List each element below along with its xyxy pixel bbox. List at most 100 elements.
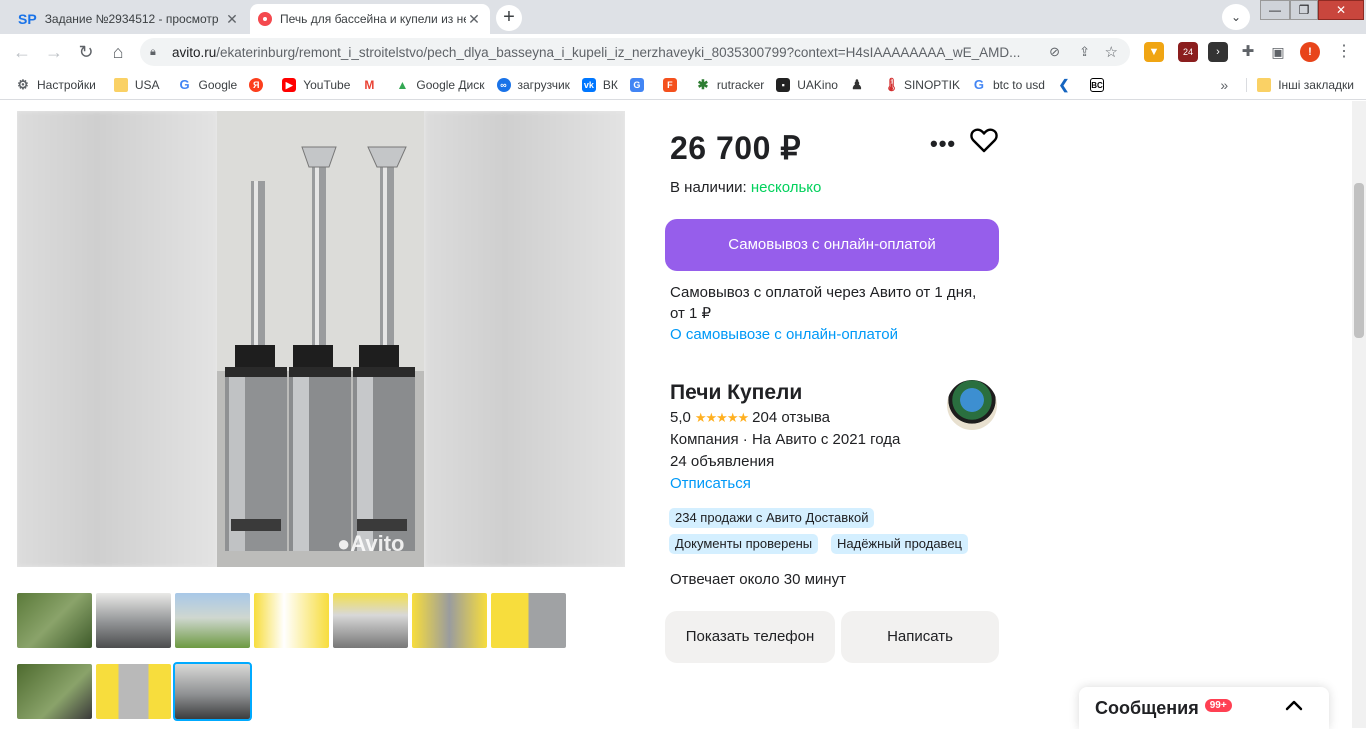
- bookmark-uakino[interactable]: ▪ UAKino: [776, 77, 838, 92]
- bookmark-btc[interactable]: Gbtc to usd: [972, 76, 1045, 92]
- thumbnail-selected[interactable]: [173, 662, 252, 721]
- extension-ublock-icon[interactable]: 24: [1178, 42, 1198, 62]
- show-phone-button[interactable]: Показать телефон: [665, 611, 835, 663]
- forward-button[interactable]: →: [42, 40, 66, 64]
- bookmark-yandex[interactable]: Я: [249, 77, 270, 92]
- profile-avatar[interactable]: !: [1300, 42, 1320, 62]
- write-message-button[interactable]: Написать: [841, 611, 999, 663]
- extension-terminal-icon[interactable]: ›: [1208, 42, 1228, 62]
- chevron-up-icon[interactable]: [1283, 695, 1305, 717]
- scrollbar-thumb[interactable]: [1354, 183, 1364, 338]
- stoves-illustration: [217, 111, 424, 567]
- tab-search-button[interactable]: ⌄: [1222, 4, 1250, 30]
- bookmarks-bar: ⚙ Настройки USA G Google Я ▶ YouTube M ▲ Goo…: [0, 70, 1366, 100]
- extension-shield-icon[interactable]: ▼: [1144, 42, 1164, 62]
- google-icon: G: [179, 76, 190, 92]
- unsubscribe-link[interactable]: Отписаться: [670, 475, 751, 492]
- bookmark-sinoptik[interactable]: 🌡︎ SINOPTIK: [883, 77, 960, 92]
- more-options-icon[interactable]: •••: [930, 131, 956, 157]
- thumbnail[interactable]: [333, 593, 408, 648]
- thumbnail[interactable]: [17, 664, 92, 719]
- bookmark-youtube[interactable]: ▶ YouTube: [282, 77, 350, 92]
- seller-name[interactable]: Печи Купели: [670, 381, 802, 405]
- bookmark-usa[interactable]: USA: [113, 77, 160, 92]
- image-blur-left: [17, 111, 217, 567]
- tab-avito[interactable]: Печь для бассейна и купели из нержавейки…: [250, 4, 490, 34]
- avito-favicon-icon: [258, 12, 272, 26]
- availability-label: В наличии:: [670, 179, 747, 196]
- vk-icon: vk: [581, 77, 596, 92]
- thumbnail[interactable]: [96, 593, 171, 648]
- bookmark-blue-arrow[interactable]: ❮: [1057, 77, 1078, 92]
- reload-button[interactable]: ↻: [74, 40, 98, 64]
- back-button[interactable]: ←: [10, 40, 34, 64]
- minimize-button[interactable]: —: [1260, 0, 1290, 20]
- google-drive-icon: ▲: [396, 77, 409, 92]
- folder-icon: [1257, 77, 1272, 92]
- gmail-icon: M: [364, 77, 375, 92]
- side-panel-icon[interactable]: ▣: [1268, 42, 1288, 62]
- thumbnail[interactable]: [17, 593, 92, 648]
- messages-count-badge: 99+: [1204, 698, 1232, 712]
- bookmark-f[interactable]: F: [662, 77, 684, 92]
- thumbnail[interactable]: [254, 593, 329, 648]
- seller-ads-count[interactable]: 24 объявления: [670, 453, 774, 470]
- folder-icon: [113, 77, 128, 92]
- seller-avatar[interactable]: [947, 380, 997, 430]
- maximize-button[interactable]: ❐: [1290, 0, 1318, 20]
- close-icon[interactable]: ✕: [224, 11, 240, 28]
- new-tab-button[interactable]: +: [496, 5, 522, 31]
- address-bar[interactable]: 🔒︎ avito.ru/ekaterinburg/remont_i_stroit…: [140, 38, 1130, 66]
- bookmark-rutracker[interactable]: ✱ rutracker: [696, 77, 764, 92]
- bookmarks-overflow-button[interactable]: »: [1220, 77, 1228, 93]
- lock-icon: 🔒︎: [150, 45, 156, 58]
- bookmark-gmail[interactable]: M: [362, 78, 383, 92]
- google-icon: G: [973, 76, 985, 92]
- response-time: Отвечает около 30 минут: [670, 571, 846, 588]
- share-icon[interactable]: ⇪: [1079, 44, 1090, 60]
- pickup-online-payment-button[interactable]: Самовывоз с онлайн-оплатой: [665, 219, 999, 271]
- close-icon[interactable]: ✕: [466, 11, 482, 28]
- bookmark-google-drive[interactable]: ▲ Google Диск: [395, 78, 484, 92]
- thumbnail[interactable]: [412, 593, 487, 648]
- bookmark-google[interactable]: G Google: [178, 76, 237, 92]
- main-product-image[interactable]: ●Avito: [17, 111, 625, 567]
- bookmark-settings[interactable]: ⚙ Настройки: [16, 77, 96, 92]
- menu-kebab-icon[interactable]: ⋮: [1334, 42, 1354, 62]
- bookmark-star-icon[interactable]: ☆: [1105, 43, 1118, 61]
- other-bookmarks[interactable]: Інші закладки: [1246, 77, 1354, 92]
- pickup-note: Самовывоз с оплатой через Авито от 1 дня…: [670, 284, 977, 322]
- thumbnail[interactable]: [96, 664, 171, 719]
- sp-favicon-icon: SP: [18, 11, 37, 27]
- badge-reliable-seller: Надёжный продавец: [831, 534, 968, 554]
- browser-toolbar: ← → ↻ ⌂ 🔒︎ avito.ru/ekaterinburg/remont_…: [0, 34, 1366, 70]
- reviews-link[interactable]: 204 отзыва: [752, 409, 830, 426]
- favorite-heart-icon[interactable]: [970, 127, 998, 153]
- youtube-icon: ▶: [282, 77, 297, 92]
- availability: В наличии: несколько: [670, 179, 821, 196]
- pickup-info-link[interactable]: О самовывозе с онлайн-оплатой: [670, 326, 898, 343]
- close-window-button[interactable]: ✕: [1318, 0, 1364, 20]
- bookmark-translate[interactable]: G: [629, 77, 651, 92]
- chess-pawn-icon: ♟: [851, 76, 863, 92]
- thumbnail[interactable]: [175, 593, 250, 648]
- translate-icon: G: [629, 77, 644, 92]
- bookmark-vk[interactable]: vk ВК: [581, 77, 618, 92]
- bookmark-downloader[interactable]: ∞ загрузчик: [496, 77, 570, 92]
- thumbnail[interactable]: [491, 593, 566, 648]
- seller-company-info: Компания · На Авито с 2021 года: [670, 431, 901, 448]
- bookmark-bc[interactable]: BC: [1089, 77, 1111, 92]
- tab-task[interactable]: SP Задание №2934512 - просмотр ✕: [10, 4, 248, 34]
- bookmark-chess[interactable]: ♟: [850, 76, 871, 92]
- rating-stars-icon: ★★★★★: [694, 409, 749, 425]
- blocked-popup-icon[interactable]: ⊘: [1049, 44, 1060, 60]
- home-button[interactable]: ⌂: [106, 40, 130, 64]
- messages-widget[interactable]: Сообщения 99+: [1079, 687, 1329, 729]
- page-content: ●Avito 26 700 ₽ ••• В наличии: несколько…: [0, 101, 1366, 729]
- tab-title: Печь для бассейна и купели из нержавейки: [280, 12, 466, 26]
- f-app-icon: F: [662, 77, 677, 92]
- extensions-puzzle-icon[interactable]: ✚: [1238, 42, 1258, 62]
- tab-strip: SP Задание №2934512 - просмотр ✕ Печь дл…: [0, 0, 1366, 34]
- availability-value: несколько: [750, 179, 822, 196]
- url-text[interactable]: avito.ru/ekaterinburg/remont_i_stroitels…: [172, 45, 1022, 60]
